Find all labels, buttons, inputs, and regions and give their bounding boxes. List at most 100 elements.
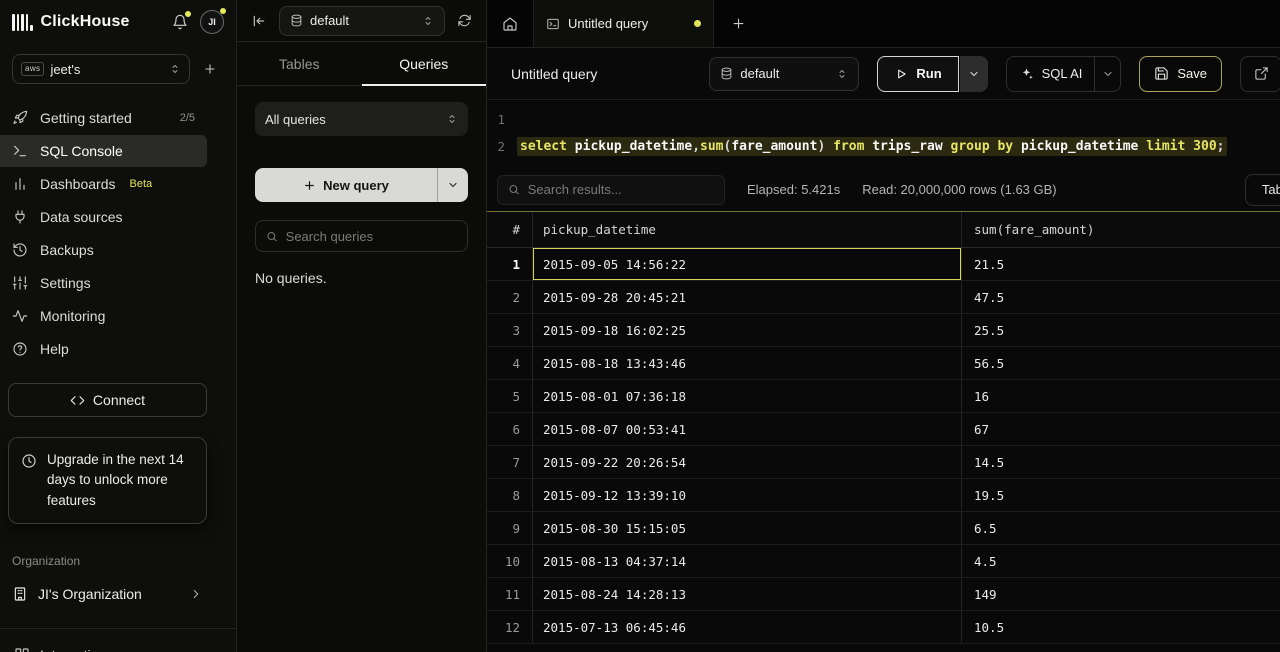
tab-tables[interactable]: Tables (237, 42, 362, 85)
table-row[interactable]: 11 2015-08-24 14:28:13 149 (487, 578, 1280, 611)
run-options-button[interactable] (959, 55, 988, 92)
upgrade-banner[interactable]: Upgrade in the next 14 days to unlock mo… (8, 437, 207, 524)
sidebar-item-dashboards[interactable]: Dashboards Beta (0, 168, 207, 200)
sql-editor[interactable]: 1 2 select pickup_datetime,sum(fare_amou… (487, 100, 1280, 168)
sidebar-item-integrations[interactable]: Integrations (14, 647, 236, 652)
sql-ai-options-button[interactable] (1094, 56, 1120, 91)
results-search-input[interactable] (527, 182, 714, 197)
table-row[interactable]: 5 2015-08-01 07:36:18 16 (487, 380, 1280, 413)
play-icon (898, 69, 906, 78)
row-number: 5 (487, 380, 533, 412)
panel-database-value: default (310, 13, 350, 28)
queries-search[interactable] (255, 220, 468, 252)
sql-token: by (997, 139, 1014, 154)
table-row[interactable]: 9 2015-08-30 15:15:05 6.5 (487, 512, 1280, 545)
sidebar-item-monitoring[interactable]: Monitoring (0, 300, 207, 332)
table-row[interactable]: 1 2015-09-05 14:56:22 21.5 (487, 248, 1280, 281)
cell-sum-fare-amount[interactable]: 16 (962, 380, 1280, 412)
table-row[interactable]: 10 2015-08-13 04:37:14 4.5 (487, 545, 1280, 578)
collapse-panel-button[interactable] (251, 13, 267, 29)
query-tab-untitled[interactable]: Untitled query (534, 0, 714, 47)
connect-button[interactable]: Connect (8, 383, 207, 417)
cell-pickup-datetime[interactable]: 2015-09-12 13:39:10 (533, 479, 962, 511)
query-filter-value: All queries (265, 111, 326, 127)
table-row[interactable]: 6 2015-08-07 00:53:41 67 (487, 413, 1280, 446)
refresh-button[interactable] (457, 13, 472, 28)
column-header-pickup-datetime[interactable]: pickup_datetime (533, 212, 962, 247)
cell-pickup-datetime[interactable]: 2015-09-22 20:26:54 (533, 446, 962, 478)
workspace-selector[interactable]: aws jeet's (12, 54, 190, 84)
table-row[interactable]: 12 2015-07-13 06:45:46 10.5 (487, 611, 1280, 644)
connect-label: Connect (92, 392, 146, 408)
open-external-button[interactable] (1240, 55, 1280, 92)
home-button[interactable] (487, 0, 534, 47)
sql-ai-button[interactable]: SQL AI (1007, 57, 1095, 91)
sidebar-item-getting-started[interactable]: Getting started 2/5 (0, 102, 207, 134)
cell-pickup-datetime[interactable]: 2015-09-18 16:02:25 (533, 314, 962, 346)
cell-sum-fare-amount[interactable]: 14.5 (962, 446, 1280, 478)
cell-sum-fare-amount[interactable]: 21.5 (962, 248, 1280, 280)
queries-panel: default Tables Queries All queries New q… (237, 0, 487, 652)
cell-sum-fare-amount[interactable]: 19.5 (962, 479, 1280, 511)
cell-sum-fare-amount[interactable]: 25.5 (962, 314, 1280, 346)
sidebar-item-label: Backups (40, 242, 94, 258)
sliders-icon (12, 275, 28, 291)
new-query-menu-button[interactable] (438, 168, 468, 202)
column-header-sum-fare-amount[interactable]: sum(fare_amount) (962, 212, 1280, 247)
editor-database-value: default (740, 66, 780, 81)
cell-pickup-datetime[interactable]: 2015-08-07 00:53:41 (533, 413, 962, 445)
clickhouse-console-app: ClickHouse JI aws jeet's Getting started… (0, 0, 1280, 652)
cell-sum-fare-amount[interactable]: 6.5 (962, 512, 1280, 544)
cell-sum-fare-amount[interactable]: 67 (962, 413, 1280, 445)
chevron-down-icon (970, 71, 978, 76)
cell-pickup-datetime[interactable]: 2015-09-28 20:45:21 (533, 281, 962, 313)
cell-pickup-datetime[interactable]: 2015-08-24 14:28:13 (533, 578, 962, 610)
cell-sum-fare-amount[interactable]: 4.5 (962, 545, 1280, 577)
row-number: 6 (487, 413, 533, 445)
sidebar-item-data-sources[interactable]: Data sources (0, 201, 207, 233)
table-row[interactable]: 7 2015-09-22 20:26:54 14.5 (487, 446, 1280, 479)
tab-queries[interactable]: Queries (361, 42, 487, 86)
table-row[interactable]: 2 2015-09-28 20:45:21 47.5 (487, 281, 1280, 314)
cell-pickup-datetime[interactable]: 2015-08-13 04:37:14 (533, 545, 962, 577)
cell-sum-fare-amount[interactable]: 47.5 (962, 281, 1280, 313)
sidebar-item-settings[interactable]: Settings (0, 267, 207, 299)
avatar[interactable]: JI (200, 8, 226, 34)
cell-pickup-datetime[interactable]: 2015-08-18 13:43:46 (533, 347, 962, 379)
queries-search-input[interactable] (285, 228, 457, 244)
add-workspace-button[interactable] (196, 55, 224, 83)
save-button[interactable]: Save (1139, 55, 1222, 92)
query-filter-select[interactable]: All queries (255, 102, 468, 136)
sidebar-item-backups[interactable]: Backups (0, 234, 207, 266)
cell-pickup-datetime[interactable]: 2015-08-30 15:15:05 (533, 512, 962, 544)
notifications-button[interactable] (172, 11, 191, 30)
sql-ai-split-button: SQL AI (1005, 55, 1122, 92)
panel-database-selector[interactable]: default (279, 5, 445, 36)
rows-read-stats: Read: 20,000,000 rows (1.63 GB) (862, 182, 1057, 197)
cell-pickup-datetime[interactable]: 2015-07-13 06:45:46 (533, 611, 962, 643)
new-query-button[interactable]: New query (255, 168, 437, 202)
cell-pickup-datetime[interactable]: 2015-08-01 07:36:18 (533, 380, 962, 412)
sidebar-item-label: Help (40, 341, 69, 357)
cell-sum-fare-amount[interactable]: 56.5 (962, 347, 1280, 379)
organization-selector[interactable]: JI's Organization (8, 576, 207, 612)
sql-token: pickup_datetime (574, 139, 693, 154)
table-row[interactable]: 3 2015-09-18 16:02:25 25.5 (487, 314, 1280, 347)
new-tab-button[interactable] (714, 0, 762, 47)
column-header-index[interactable]: # (487, 212, 533, 247)
table-row[interactable]: 4 2015-08-18 13:43:46 56.5 (487, 347, 1280, 380)
cell-sum-fare-amount[interactable]: 149 (962, 578, 1280, 610)
view-mode-button[interactable]: Table (1244, 173, 1280, 206)
chevron-down-icon (449, 182, 457, 188)
cell-sum-fare-amount[interactable]: 10.5 (962, 611, 1280, 643)
code-icon (70, 395, 85, 405)
sidebar-item-help[interactable]: Help (0, 333, 207, 365)
sidebar-item-sql-console[interactable]: SQL Console (0, 135, 207, 167)
tab-tables-label: Tables (279, 55, 320, 72)
run-button[interactable]: Run (877, 55, 959, 92)
cell-pickup-datetime[interactable]: 2015-09-05 14:56:22 (533, 248, 962, 280)
editor-database-selector[interactable]: default (709, 56, 860, 91)
editor-toolbar: Untitled query default Run SQL AI Save (487, 48, 1280, 100)
table-row[interactable]: 8 2015-09-12 13:39:10 19.5 (487, 479, 1280, 512)
results-search[interactable] (497, 174, 725, 205)
